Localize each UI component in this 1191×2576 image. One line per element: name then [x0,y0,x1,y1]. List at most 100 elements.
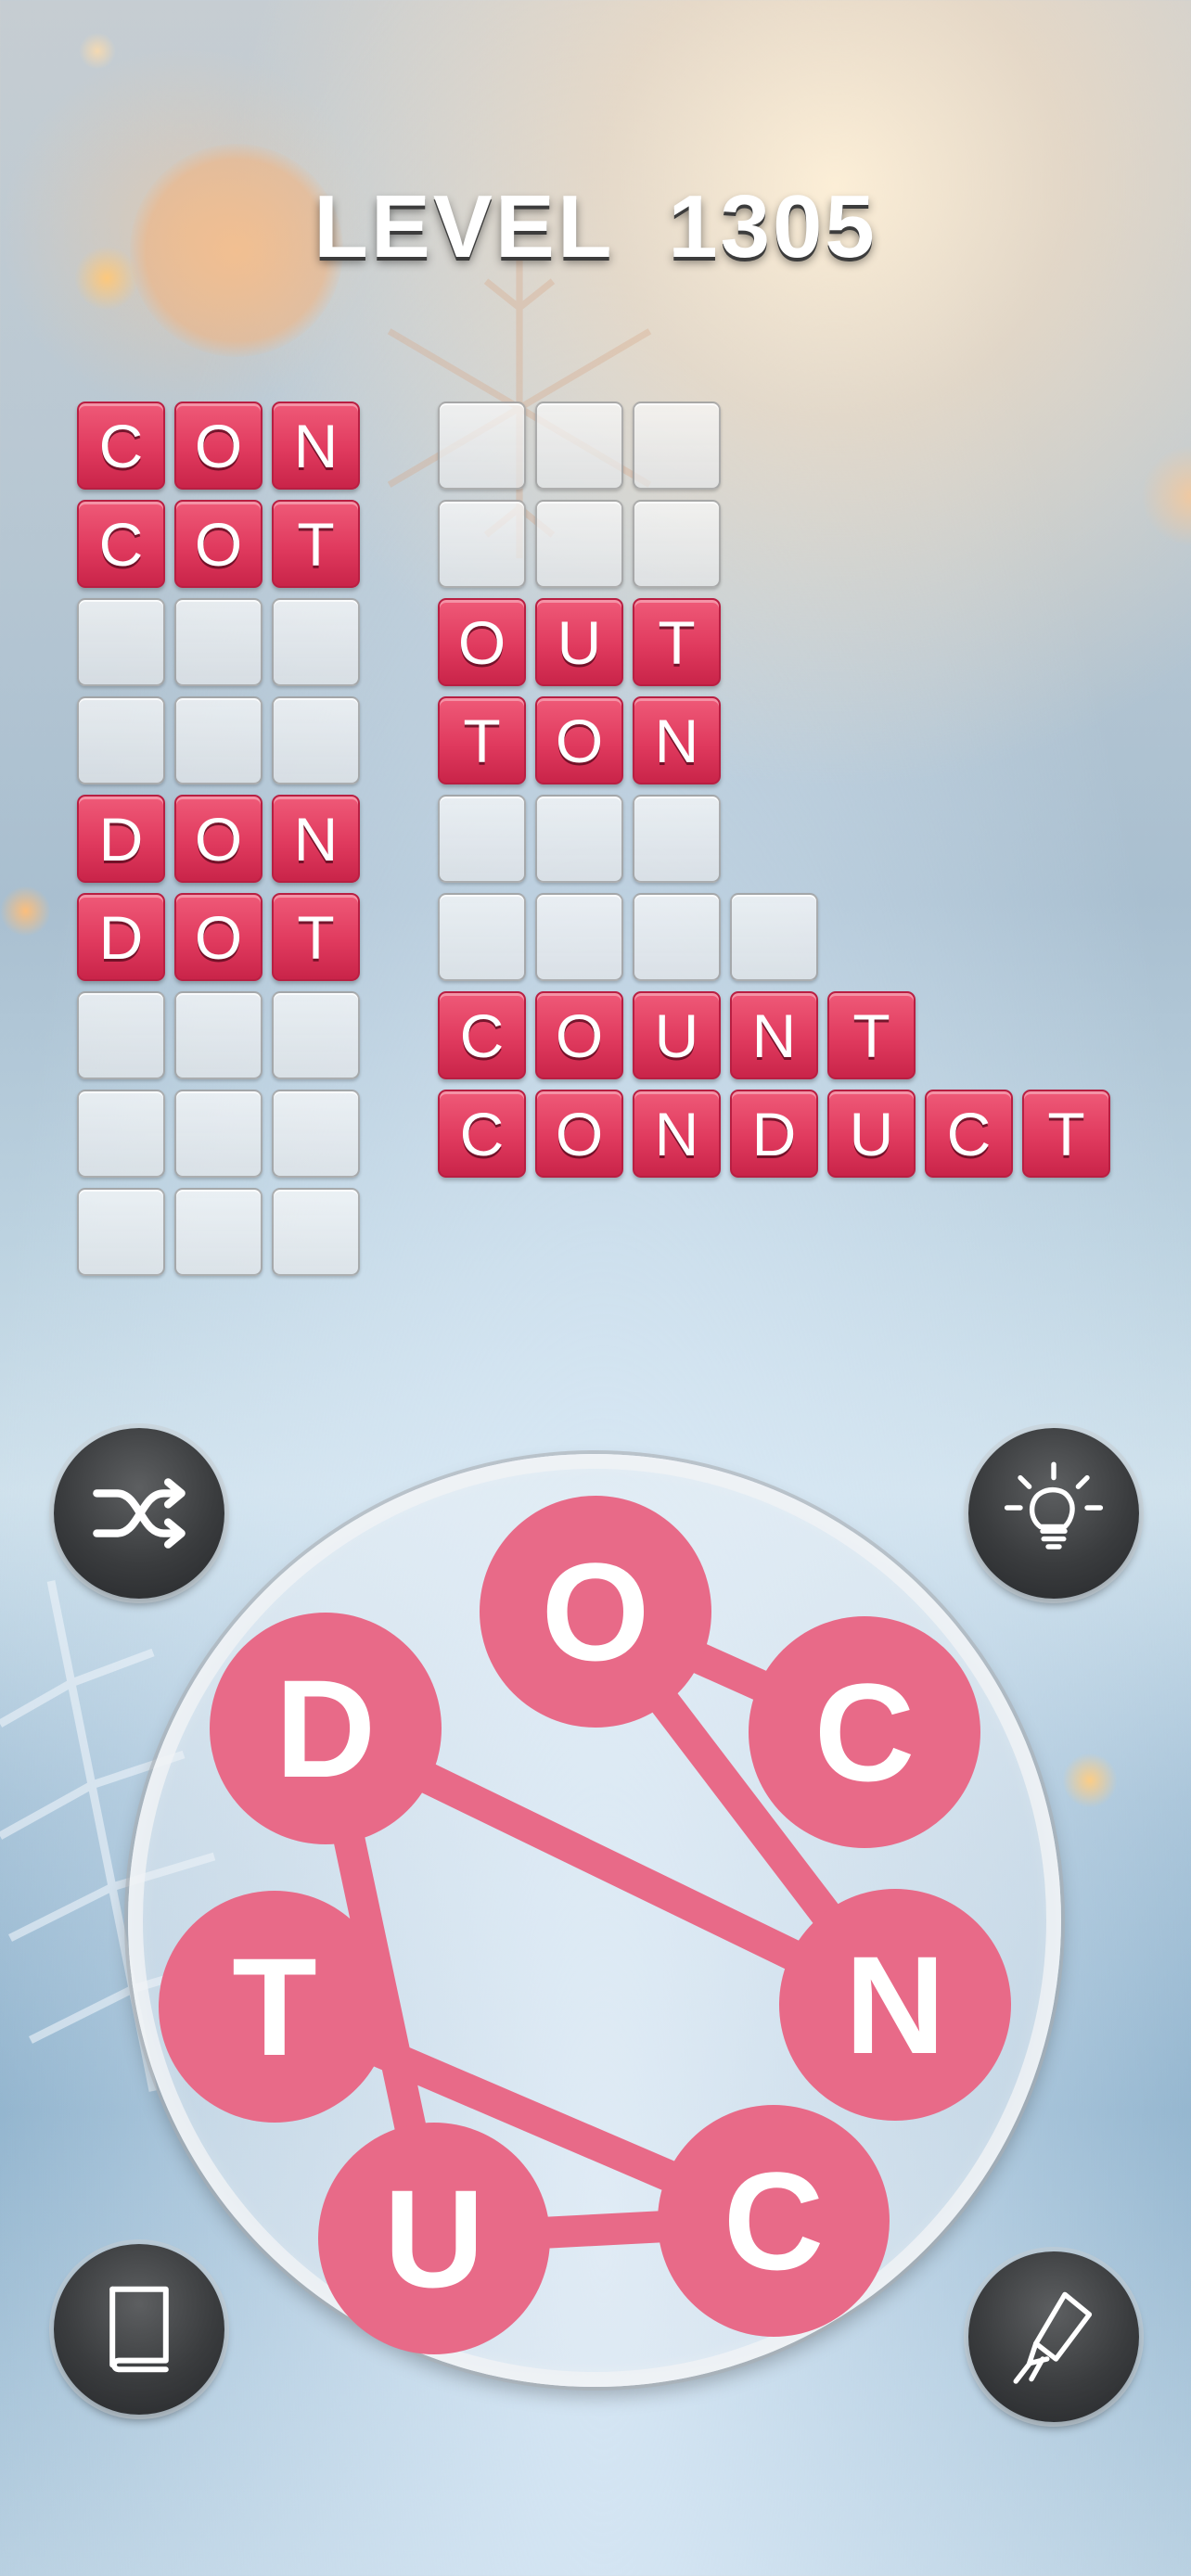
empty-tile [535,893,623,981]
tile-letter: U [849,1099,894,1168]
letter-tile: O [174,893,263,981]
tile-letter: D [98,804,144,874]
empty-tile [77,696,165,784]
left-word-row: DON [77,795,369,886]
letter-tile: T [827,991,916,1079]
left-word-row: COT [77,500,369,591]
letter-tile: C [77,402,165,490]
letter-tile: O [174,795,263,883]
wheel-letter-n[interactable]: N [779,1889,1011,2121]
empty-tile [535,402,623,490]
tile-letter: C [459,1099,505,1168]
letter-tile: T [438,696,526,784]
tile-letter: N [293,804,339,874]
letter-tile: N [272,402,360,490]
right-word-row: TON [438,696,730,787]
letter-tile: C [77,500,165,588]
tile-letter: O [555,1099,604,1168]
wheel-letter-o[interactable]: O [480,1496,711,1728]
tile-letter: D [751,1099,797,1168]
empty-tile [272,1188,360,1276]
right-word-row: OUT [438,598,730,689]
empty-tile [174,991,263,1079]
empty-tile [730,893,818,981]
wheel-letter-t[interactable]: T [159,1891,391,2123]
tile-letter: C [946,1099,992,1168]
tile-letter: N [654,1099,699,1168]
letter-tile: N [633,696,721,784]
empty-tile [438,893,526,981]
tile-letter: N [293,411,339,480]
left-word-row [77,1188,369,1279]
empty-tile [535,500,623,588]
empty-tile [535,795,623,883]
tile-letter: C [98,411,144,480]
right-word-row [438,500,730,591]
left-word-row [77,696,369,787]
tile-letter: T [658,607,696,677]
letter-tile: O [535,1090,623,1178]
letter-tile: D [730,1090,818,1178]
right-word-row: COUNT [438,991,925,1082]
left-word-row [77,991,369,1082]
tile-letter: C [459,1001,505,1070]
empty-tile [438,500,526,588]
empty-tile [272,991,360,1079]
letter-tile: D [77,893,165,981]
letter-tile: O [438,598,526,686]
left-word-row [77,1090,369,1180]
wheel-letter-d[interactable]: D [210,1613,442,1844]
tile-letter: O [194,509,243,579]
empty-tile [438,795,526,883]
letter-tile: N [633,1090,721,1178]
empty-tile [174,598,263,686]
bokeh-light [1062,1753,1118,1808]
tile-letter: T [297,902,335,972]
right-word-row [438,402,730,492]
empty-tile [174,1090,263,1178]
letter-tile: O [174,402,263,490]
empty-tile [633,795,721,883]
empty-tile [272,696,360,784]
tile-letter: T [852,1001,890,1070]
empty-tile [633,500,721,588]
left-word-row: DOT [77,893,369,984]
bokeh-light [0,886,51,937]
letter-tile: U [827,1090,916,1178]
letter-wheel[interactable]: OCNCUTD [128,1454,1061,2387]
tile-letter: O [194,804,243,874]
empty-tile [633,893,721,981]
tile-letter: O [194,902,243,972]
tile-letter: T [297,509,335,579]
tile-letter: U [654,1001,699,1070]
letter-tile: T [272,893,360,981]
left-word-row [77,598,369,689]
bokeh-light [1141,445,1191,547]
letter-tile: T [272,500,360,588]
wheel-letter-c[interactable]: C [658,2105,890,2337]
level-label: LEVEL [314,177,613,276]
wheel-letter-u[interactable]: U [318,2123,550,2354]
letter-tile: O [174,500,263,588]
empty-tile [272,1090,360,1178]
tile-letter: O [194,411,243,480]
tile-letter: N [654,706,699,775]
right-word-row [438,795,730,886]
tile-letter: T [463,706,501,775]
tile-letter: D [98,902,144,972]
empty-tile [77,598,165,686]
empty-tile [174,1188,263,1276]
letter-tile: N [730,991,818,1079]
empty-tile [77,1090,165,1178]
letter-tile: O [535,991,623,1079]
wheel-letter-c[interactable]: C [749,1616,980,1848]
right-word-row: CONDUCT [438,1090,1120,1180]
letter-tile: T [633,598,721,686]
empty-tile [438,402,526,490]
letter-tile: C [438,991,526,1079]
empty-tile [77,1188,165,1276]
tile-letter: T [1047,1099,1085,1168]
empty-tile [77,991,165,1079]
bokeh-light [79,32,116,70]
tile-letter: C [98,509,144,579]
